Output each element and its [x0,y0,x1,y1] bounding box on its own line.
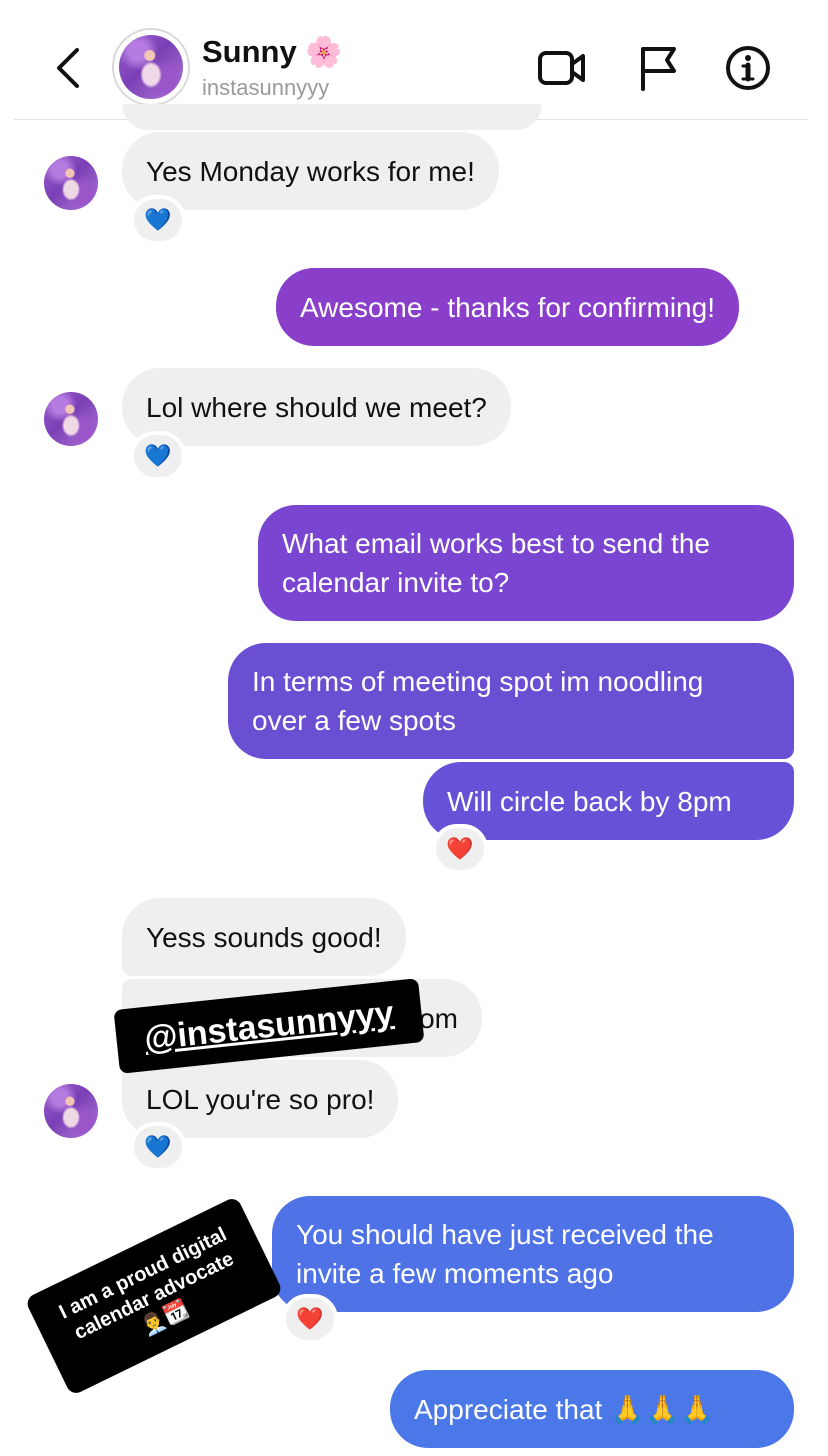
contact-name[interactable]: Sunny 🌸 [202,34,343,70]
incoming-message[interactable]: Lol where should we meet? [122,368,511,446]
blue-heart-icon: 💙 [144,207,172,232]
outgoing-message[interactable]: You should have just received the invite… [272,1196,794,1312]
flower-emoji: 🌸 [305,36,343,69]
outgoing-message[interactable]: Awesome - thanks for confirming! [276,268,739,346]
incoming-message[interactable]: Yess sounds good! [122,898,406,976]
chevron-left-icon [57,48,79,88]
outgoing-message[interactable]: Appreciate that 🙏🙏🙏 [390,1370,794,1448]
red-heart-icon: ❤️ [296,1306,324,1331]
message-reaction[interactable]: 💙 [130,195,186,245]
contact-handle[interactable]: instasunnyyy [202,75,329,101]
caption-sticker: I am a proud digital calendar advocate 👨… [24,1195,284,1397]
sender-avatar[interactable] [44,156,98,210]
dm-thread-screen: Sunny 🌸 instasunnyyy Yes Monday works fo… [0,0,828,1456]
outgoing-message[interactable]: What email works best to send the calend… [258,505,794,621]
sender-avatar[interactable] [44,1084,98,1138]
blue-heart-icon: 💙 [144,443,172,468]
outgoing-message[interactable]: Will circle back by 8pm [423,762,794,840]
message-reaction[interactable]: 💙 [130,1122,186,1172]
red-heart-icon: ❤️ [446,836,474,861]
message-text: Yes Monday works for me! [146,155,475,187]
avatar [119,35,183,99]
message-reaction[interactable]: ❤️ [282,1294,338,1344]
message-text: Appreciate that 🙏🙏🙏 [414,1393,715,1425]
incoming-message[interactable]: Yes Monday works for me! [122,132,499,210]
blue-heart-icon: 💙 [144,1134,172,1159]
flag-icon [641,47,676,91]
message-text: What email works best to send the calend… [282,528,710,598]
report-button[interactable] [632,42,684,94]
video-call-button[interactable] [536,42,588,94]
message-text: Lol where should we meet? [146,391,487,423]
contact-name-text: Sunny [202,34,297,69]
message-text: LOL you're so pro! [146,1083,375,1115]
message-reaction[interactable]: ❤️ [432,824,488,874]
message-text: Awesome - thanks for confirming! [300,291,715,323]
thread-header: Sunny 🌸 instasunnyyy [0,0,828,120]
profile-avatar-button[interactable] [112,28,190,106]
info-icon [726,46,770,90]
message-text: In terms of meeting spot im noodling ove… [252,666,704,736]
handle-sticker-text: @instasunnyyy [142,993,396,1058]
back-button[interactable] [46,42,90,94]
message-text: You should have just received the invite… [296,1219,714,1289]
info-button[interactable] [722,42,774,94]
message-text: Will circle back by 8pm [447,785,732,817]
sender-avatar[interactable] [44,392,98,446]
message-reaction[interactable]: 💙 [130,431,186,481]
video-camera-icon [538,51,585,85]
outgoing-message[interactable]: In terms of meeting spot im noodling ove… [228,643,794,759]
previous-message-stub [122,104,542,130]
message-text: Yess sounds good! [146,921,382,953]
